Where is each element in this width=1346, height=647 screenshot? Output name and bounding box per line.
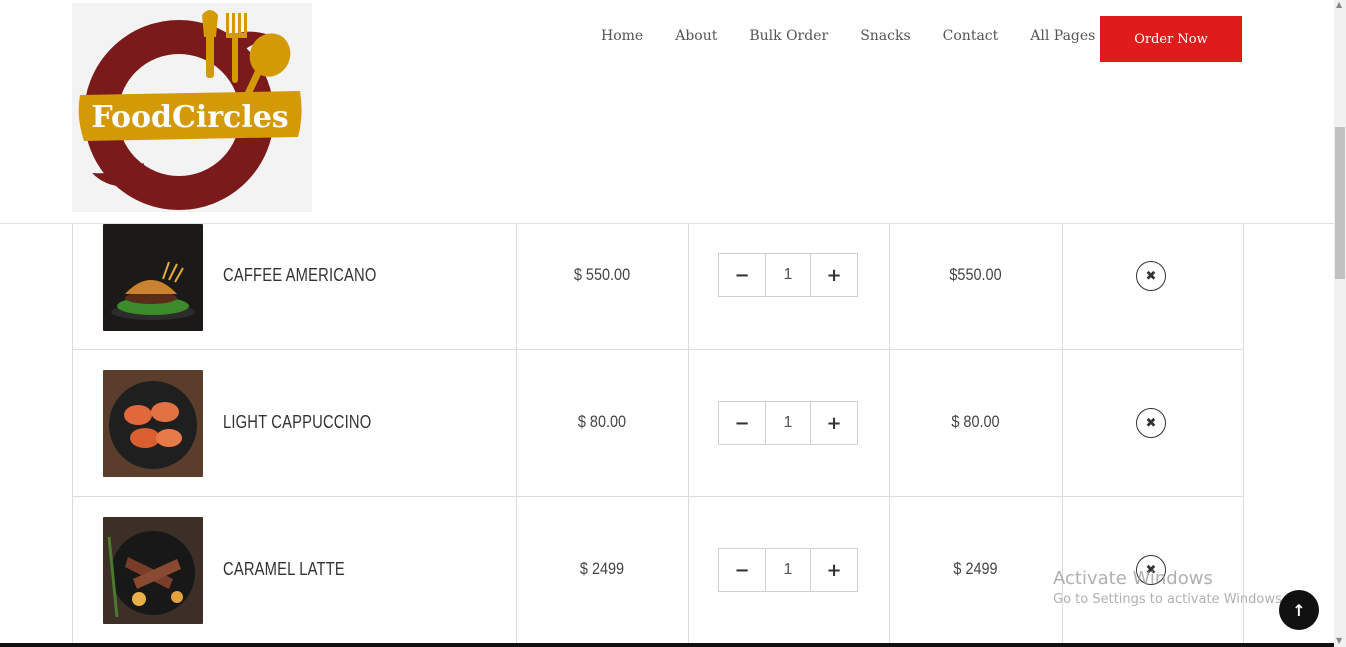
burger-photo-icon[interactable]: [103, 224, 203, 331]
cart-row: LIGHT CAPPUCCINO $ 80.00 − 1 + $ 80.00 ✖: [73, 349, 1243, 497]
quantity-value[interactable]: 1: [765, 402, 811, 444]
quantity-cell: − 1 +: [688, 350, 890, 497]
price-cell: $ 2499: [516, 497, 689, 644]
product-cell: CARAMEL LATTE: [73, 497, 517, 644]
cart-row: CAFFEE AMERICANO $ 550.00 − 1 + $550.00 …: [73, 223, 1243, 370]
nav-home[interactable]: Home: [601, 28, 643, 44]
arrow-up-icon: ↑: [1292, 600, 1306, 620]
unit-price: $ 2499: [579, 559, 625, 578]
subtotal-cell: $ 80.00: [889, 350, 1063, 497]
back-to-top-button[interactable]: ↑: [1279, 590, 1319, 630]
nav-all-pages[interactable]: All Pages: [1030, 28, 1095, 44]
foodcircles-logo-graphic: FoodCircles: [78, 10, 302, 210]
unit-price: $ 550.00: [573, 265, 631, 284]
windows-activation-watermark: Activate Windows Go to Settings to activ…: [1053, 568, 1286, 607]
quantity-cell: − 1 +: [688, 497, 890, 644]
quantity-stepper: − 1 +: [718, 401, 858, 445]
increment-button[interactable]: +: [811, 402, 857, 444]
taskbar-edge: [0, 643, 1334, 647]
line-subtotal: $ 80.00: [951, 412, 1000, 431]
decrement-button[interactable]: −: [719, 254, 765, 296]
logo-text: FoodCircles: [91, 100, 288, 135]
nav-bulk-order[interactable]: Bulk Order: [749, 28, 828, 44]
subtotal-cell: $550.00: [889, 223, 1063, 370]
line-subtotal: $550.00: [949, 265, 1002, 284]
nav-about[interactable]: About: [675, 28, 717, 44]
main-nav: Home About Bulk Order Snacks Contact All…: [601, 28, 1127, 44]
increment-button[interactable]: +: [811, 549, 857, 591]
unit-price: $ 80.00: [577, 412, 627, 431]
line-subtotal: $ 2499: [953, 559, 998, 578]
quantity-value[interactable]: 1: [765, 254, 811, 296]
remove-item-icon[interactable]: ✖: [1136, 408, 1166, 438]
quantity-cell: − 1 +: [688, 223, 890, 370]
decrement-button[interactable]: −: [719, 549, 765, 591]
page-scrollbar[interactable]: ▲ ▼: [1334, 0, 1346, 647]
remove-cell: ✖: [1062, 223, 1242, 370]
remove-item-icon[interactable]: ✖: [1136, 261, 1166, 291]
activate-title: Activate Windows: [1053, 568, 1213, 589]
quantity-stepper: − 1 +: [718, 253, 858, 297]
product-name[interactable]: CARAMEL LATTE: [223, 559, 345, 580]
site-header: FoodCircles Home About Bulk Order Snacks…: [0, 0, 1334, 224]
scrollbar-thumb[interactable]: [1335, 127, 1345, 279]
product-name[interactable]: CAFFEE AMERICANO: [223, 265, 377, 286]
decrement-button[interactable]: −: [719, 402, 765, 444]
quantity-value[interactable]: 1: [765, 549, 811, 591]
product-cell: LIGHT CAPPUCCINO: [73, 350, 517, 497]
quantity-stepper: − 1 +: [718, 548, 858, 592]
scroll-down-icon[interactable]: ▼: [1336, 636, 1342, 645]
remove-cell: ✖: [1062, 350, 1242, 497]
chicken-pan-photo-icon[interactable]: [103, 370, 203, 477]
subtotal-cell: $ 2499: [889, 497, 1063, 644]
lamb-chops-photo-icon[interactable]: [103, 517, 203, 624]
price-cell: $ 80.00: [516, 350, 689, 497]
scroll-up-icon[interactable]: ▲: [1336, 0, 1342, 9]
site-logo[interactable]: FoodCircles: [72, 3, 312, 212]
product-name[interactable]: LIGHT CAPPUCCINO: [223, 412, 371, 433]
nav-contact[interactable]: Contact: [943, 28, 999, 44]
product-cell: CAFFEE AMERICANO: [73, 223, 517, 370]
price-cell: $ 550.00: [516, 223, 689, 370]
nav-snacks[interactable]: Snacks: [860, 28, 910, 44]
order-now-button[interactable]: Order Now: [1100, 16, 1242, 62]
activate-subtitle: Go to Settings to activate Windows.: [1053, 592, 1286, 607]
increment-button[interactable]: +: [811, 254, 857, 296]
